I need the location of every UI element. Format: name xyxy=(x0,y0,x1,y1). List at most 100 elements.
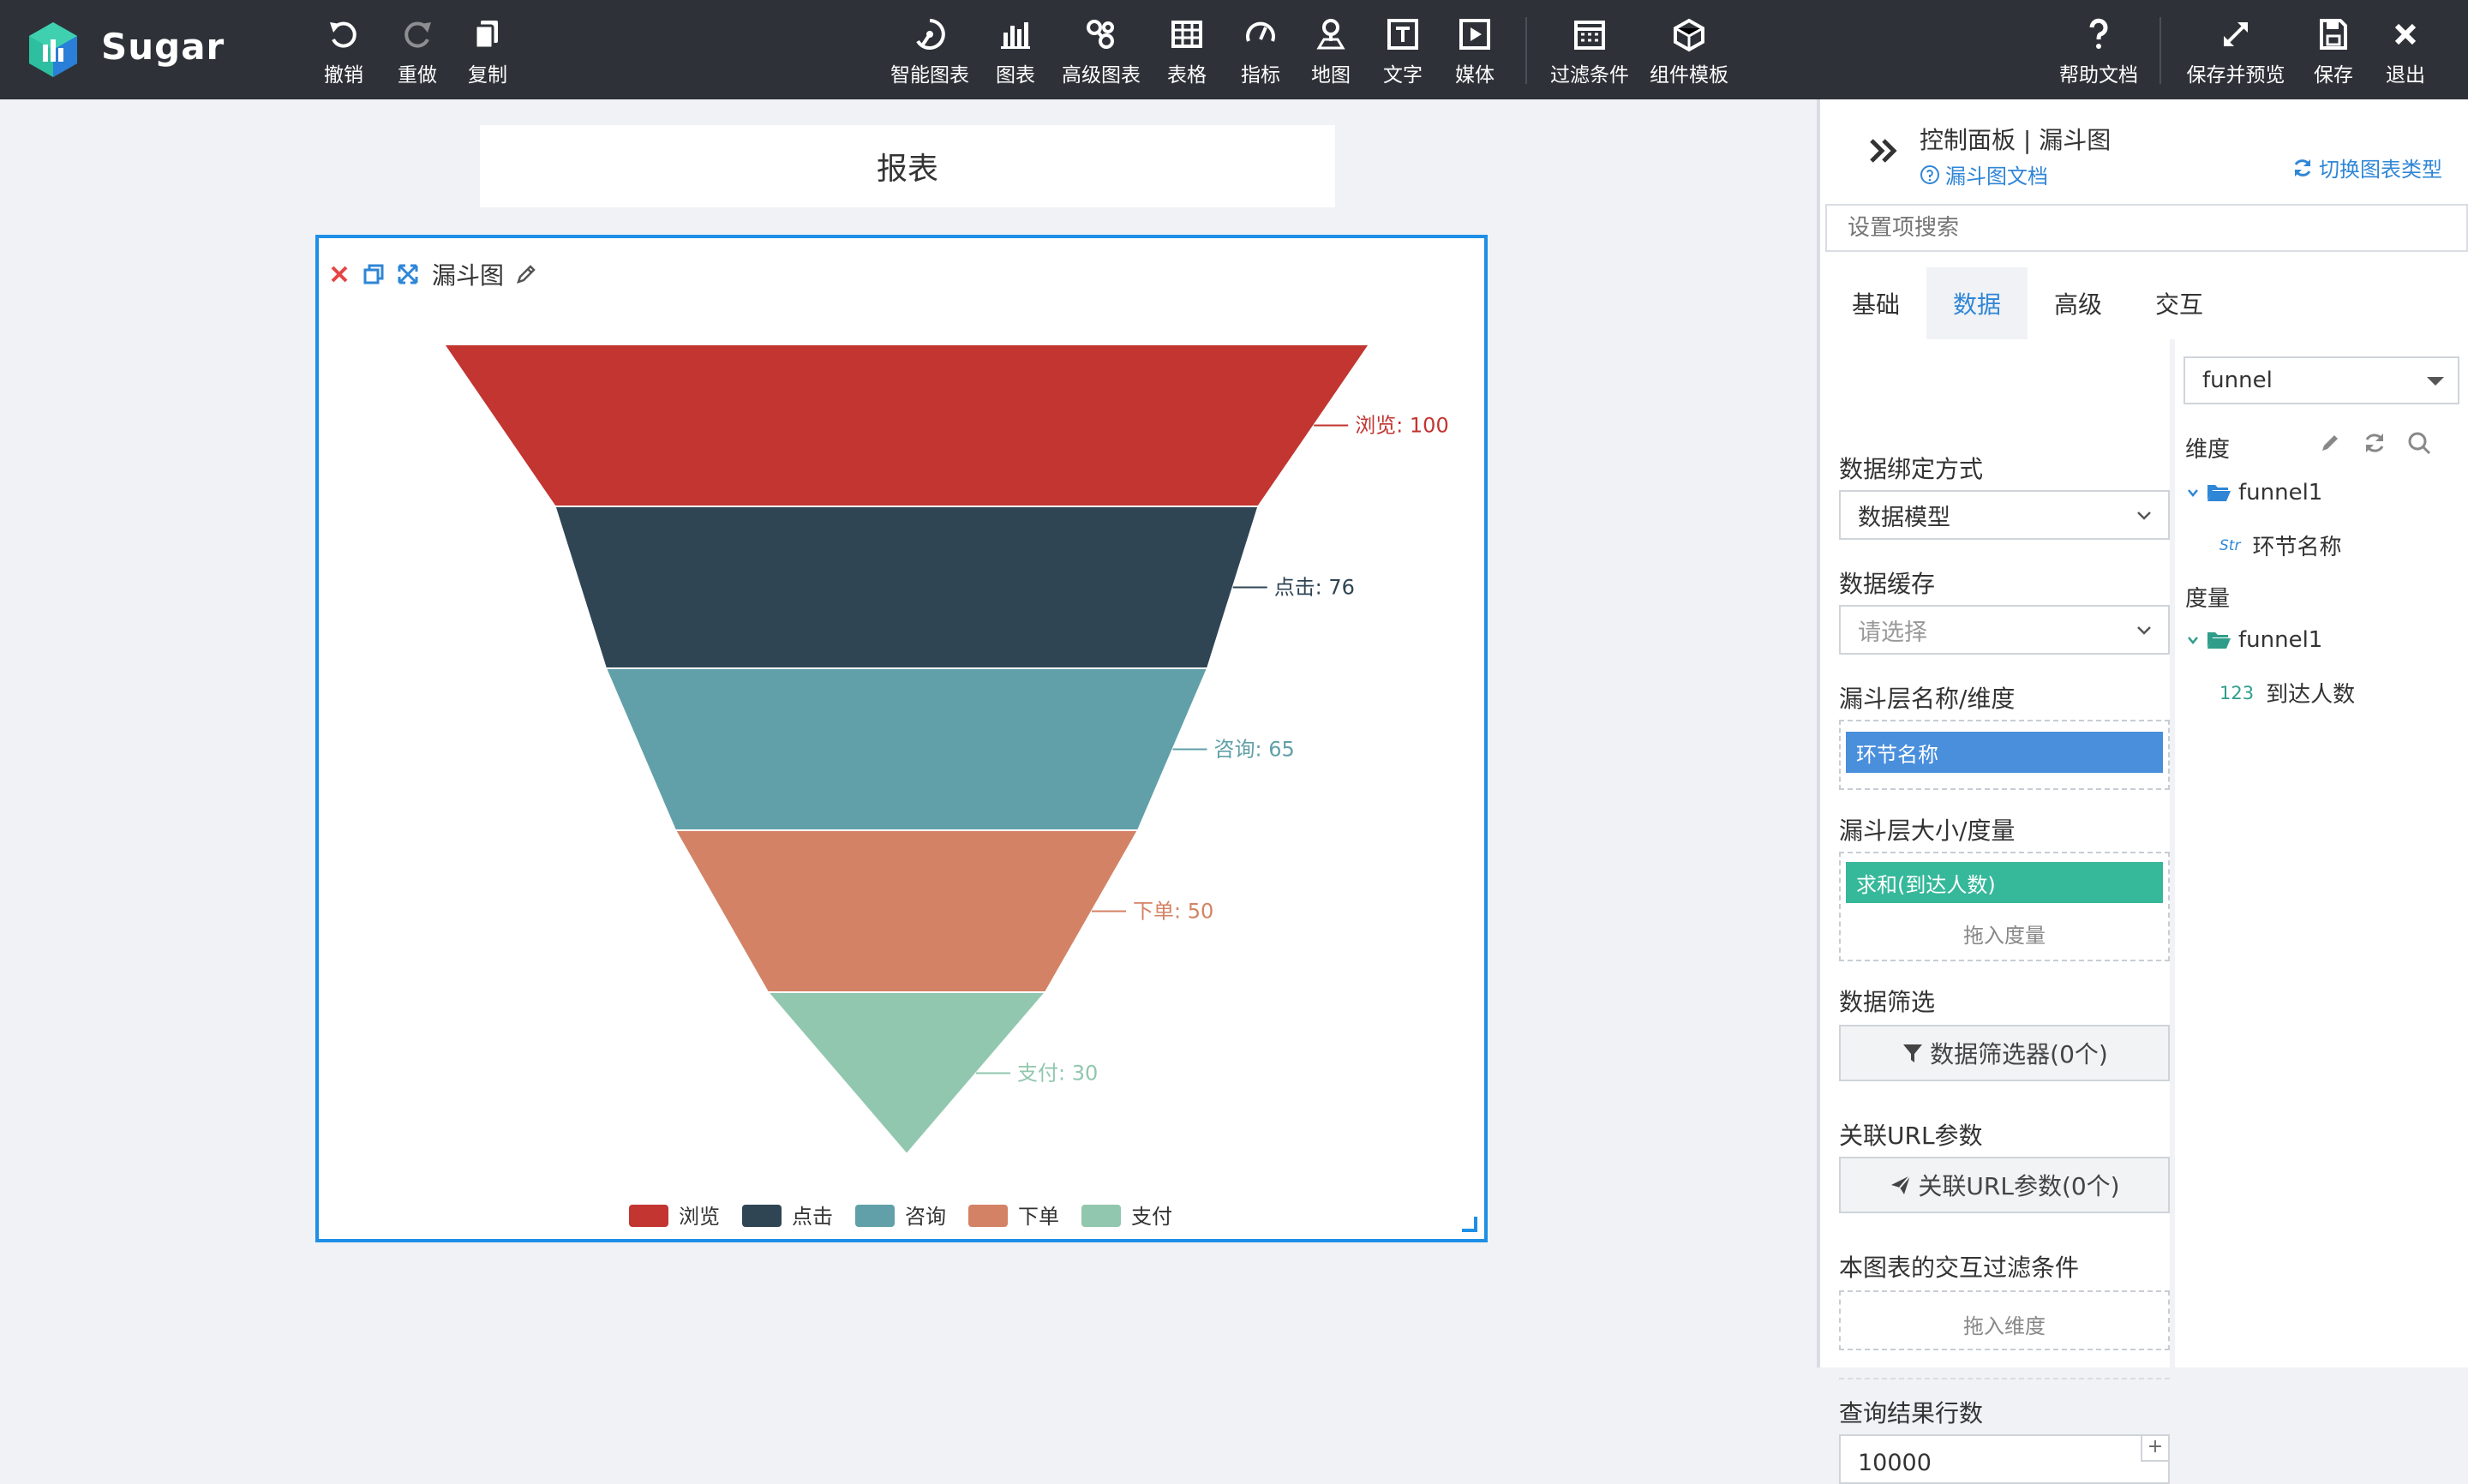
funnel-layer-3[interactable] xyxy=(604,667,1209,831)
legend-item-label[interactable]: 咨询 xyxy=(905,1205,946,1229)
advanced-chart-button[interactable]: 高级图表 xyxy=(1054,15,1148,89)
edit-pencil-icon[interactable] xyxy=(514,262,538,286)
tab-advanced[interactable]: 高级 xyxy=(2028,267,2129,339)
delete-icon[interactable] xyxy=(327,262,351,286)
url-param-button[interactable]: 关联URL参数(0个) xyxy=(1839,1157,2170,1213)
data-filter-button[interactable]: 数据筛选器(0个) xyxy=(1839,1025,2170,1081)
layer-size-dropzone[interactable]: 求和(到达人数) 拖入度量 xyxy=(1839,852,2170,961)
dimension-section-label: 维度 xyxy=(2185,437,2231,463)
top-toolbar: Sugar 撤销 重做 复制 智能图表 图表 高级图表 表格 指标 地图 文字 xyxy=(0,0,2468,99)
dimension-folder[interactable]: funnel1 xyxy=(2187,480,2322,506)
legend-swatch[interactable] xyxy=(855,1205,895,1227)
drop-dimension-hint: 拖入维度 xyxy=(1963,1314,2046,1338)
help-doc-button[interactable]: 帮助文档 xyxy=(2052,15,2146,89)
chevron-down-icon xyxy=(2188,489,2198,497)
control-panel: 控制面板 | 漏斗图 漏斗图文档 切换图表类型 基础 数据 高级 交互 数据绑定… xyxy=(1817,99,2468,1484)
filter-funnel-icon xyxy=(1903,1044,1923,1062)
undo-icon xyxy=(330,21,356,48)
data-settings-column: 数据绑定方式 数据模型 数据缓存 请选择 漏斗层名称/维度 环节名称 漏斗层大小… xyxy=(1825,339,2170,1484)
layer-name-dropzone[interactable]: 环节名称 xyxy=(1839,720,2170,790)
help-question-icon xyxy=(2089,18,2108,49)
tab-data[interactable]: 数据 xyxy=(1926,267,2028,339)
funnel-layer-1[interactable] xyxy=(442,344,1371,507)
interaction-dropzone[interactable]: 拖入维度 xyxy=(1839,1290,2170,1350)
fullscreen-icon[interactable] xyxy=(396,262,420,286)
smart-chart-icon xyxy=(916,19,945,50)
caret-down-icon xyxy=(2427,377,2444,386)
panel-title: 控制面板 | 漏斗图 xyxy=(1920,126,2112,154)
chevron-down-icon xyxy=(2188,637,2198,644)
folder-open-icon xyxy=(2207,632,2231,649)
model-select[interactable]: funnel xyxy=(2183,356,2459,404)
tab-interaction[interactable]: 交互 xyxy=(2129,267,2230,339)
funnel-chart: 浏览: 100 点击: 76 咨询: 65 下单: 50 支付: 30 浏览 点击 咨询 下单 支… xyxy=(442,344,1449,1229)
legend-swatch[interactable] xyxy=(1081,1205,1121,1227)
funnel-layer-4[interactable] xyxy=(674,829,1140,993)
dimension-field[interactable]: Str 环节名称 xyxy=(2219,530,2341,561)
collapse-panel-icon[interactable] xyxy=(1865,132,1902,170)
smart-chart-button[interactable]: 智能图表 xyxy=(883,15,977,89)
copy-button[interactable]: 复制 xyxy=(440,15,535,89)
rows-label: 查询结果行数 xyxy=(1839,1399,1984,1427)
advanced-chart-icon xyxy=(1087,20,1114,49)
layer-size-label: 漏斗层大小/度量 xyxy=(1839,817,2016,845)
close-x-icon xyxy=(2394,23,2417,45)
funnel-data-label: 咨询: 65 xyxy=(1214,738,1295,762)
measure-folder[interactable]: funnel1 xyxy=(2187,627,2322,653)
chart-button[interactable]: 图表 xyxy=(968,15,1063,89)
legend-item-label[interactable]: 点击 xyxy=(792,1205,833,1229)
legend-swatch[interactable] xyxy=(742,1205,782,1227)
data-filter-label: 数据筛选 xyxy=(1839,988,1936,1016)
send-plane-icon xyxy=(1891,1175,1912,1194)
legend-swatch[interactable] xyxy=(629,1205,668,1227)
search-icon[interactable] xyxy=(2406,430,2432,456)
binding-select[interactable]: 数据模型 xyxy=(1839,490,2170,540)
drop-measure-hint: 拖入度量 xyxy=(1963,924,2046,948)
switch-chart-type-link[interactable]: 切换图表类型 xyxy=(2291,153,2442,183)
panel-tabs: 基础 数据 高级 交互 xyxy=(1825,267,2230,339)
legend-item-label[interactable]: 下单 xyxy=(1018,1205,1059,1229)
funnel-chart-card[interactable]: 浏览: 100 点击: 76 咨询: 65 下单: 50 支付: 30 浏览 点击 咨询 下单 支… xyxy=(315,235,1488,1242)
section-divider xyxy=(1839,1378,2170,1379)
duplicate-icon[interactable] xyxy=(362,262,386,286)
save-preview-button[interactable]: 保存并预览 xyxy=(2180,15,2291,89)
report-title[interactable]: 报表 xyxy=(480,125,1335,207)
cache-select[interactable]: 请选择 xyxy=(1839,605,2170,655)
chevron-down-icon xyxy=(2137,626,2151,635)
settings-search-input[interactable] xyxy=(1825,204,2468,252)
number-type-icon: 123 xyxy=(2219,682,2255,703)
chevron-down-icon xyxy=(2137,512,2151,520)
legend-item-label[interactable]: 浏览 xyxy=(679,1205,720,1229)
measure-field[interactable]: 123 到达人数 xyxy=(2219,677,2355,709)
template-cube-icon xyxy=(1674,18,1704,52)
resize-handle[interactable] xyxy=(1462,1217,1477,1232)
measure-pill[interactable]: 求和(到达人数) xyxy=(1846,862,2163,903)
chart-card-title: 漏斗图 xyxy=(432,261,505,290)
legend-swatch[interactable] xyxy=(968,1205,1008,1227)
exit-button[interactable]: 退出 xyxy=(2358,15,2453,89)
funnel-data-label: 支付: 30 xyxy=(1017,1062,1098,1086)
component-template-button[interactable]: 组件模板 xyxy=(1633,15,1745,89)
media-play-icon xyxy=(1459,19,1490,50)
funnel-layer-2[interactable] xyxy=(554,506,1260,669)
funnel-doc-link[interactable]: 漏斗图文档 xyxy=(1920,159,2048,189)
increment-button[interactable]: + xyxy=(2141,1436,2168,1462)
binding-label: 数据绑定方式 xyxy=(1839,455,1984,483)
legend-item-label[interactable]: 支付 xyxy=(1131,1205,1172,1229)
expand-arrows-icon xyxy=(2224,22,2248,46)
string-type-icon: Str xyxy=(2219,536,2241,554)
filter-condition-button[interactable]: 过滤条件 xyxy=(1534,15,1645,89)
media-button[interactable]: 媒体 xyxy=(1428,15,1522,89)
funnel-data-label: 点击: 76 xyxy=(1274,576,1355,600)
help-circle-icon xyxy=(1920,165,1939,184)
layer-name-label: 漏斗层名称/维度 xyxy=(1839,685,2016,713)
edit-pencil-icon[interactable] xyxy=(2317,430,2343,456)
measure-section-label: 度量 xyxy=(2185,586,2231,612)
toolbar-separator xyxy=(2160,17,2161,84)
tab-basic[interactable]: 基础 xyxy=(1825,267,1926,339)
copy-icon xyxy=(474,21,498,50)
refresh-icon[interactable] xyxy=(2362,430,2387,456)
dimension-tools xyxy=(2317,430,2432,456)
rows-number-input[interactable]: 10000 + xyxy=(1839,1434,2170,1484)
dimension-pill[interactable]: 环节名称 xyxy=(1846,732,2163,773)
